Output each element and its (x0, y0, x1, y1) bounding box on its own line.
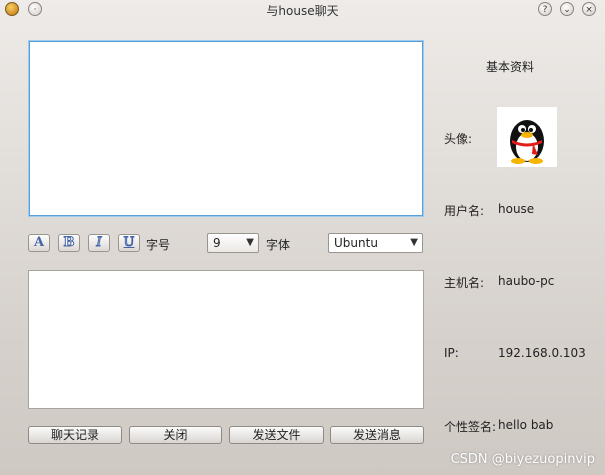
send-file-button[interactable]: 发送文件 (229, 426, 324, 444)
font-select[interactable]: Ubuntu ▼ (328, 233, 423, 253)
bold-button[interactable]: A (28, 234, 50, 252)
hostname-label: 主机名: (444, 276, 485, 290)
help-button[interactable]: ? (538, 2, 552, 16)
italic-icon: B (63, 235, 75, 251)
avatar (497, 107, 557, 167)
chevron-down-icon: ▼ (246, 237, 254, 248)
font-size-select[interactable]: 9 ▼ (207, 233, 259, 253)
profile-header: 基本资料 (486, 60, 535, 74)
color-icon: U (123, 235, 135, 251)
message-input[interactable] (28, 270, 424, 409)
underline-icon: I (96, 235, 102, 251)
signature-value: hello bab (498, 418, 554, 432)
chat-history-display[interactable] (29, 41, 423, 216)
color-button[interactable]: U (118, 234, 140, 252)
username-value: house (498, 202, 535, 216)
title-bar: · 与house聊天 ? ⌄ × (0, 0, 605, 20)
signature-label: 个性签名: (444, 420, 497, 434)
minimize-button[interactable]: ⌄ (560, 2, 574, 16)
avatar-label: 头像: (444, 132, 473, 146)
penguin-icon (510, 120, 544, 164)
font-value: Ubuntu (334, 236, 378, 250)
underline-button[interactable]: I (88, 234, 110, 252)
username-label: 用户名: (444, 204, 485, 218)
send-message-button[interactable]: 发送消息 (330, 426, 424, 444)
italic-button[interactable]: B (58, 234, 80, 252)
chevron-down-icon: ▼ (410, 237, 418, 248)
watermark: CSDN @biyezuopinvip (450, 452, 595, 467)
ip-value: 192.168.0.103 (498, 346, 586, 360)
font-size-value: 9 (213, 236, 221, 250)
close-window-button[interactable]: × (582, 2, 596, 16)
window-title: 与house聊天 (266, 4, 339, 18)
chat-history-button[interactable]: 聊天记录 (28, 426, 122, 444)
font-label: 字体 (266, 238, 291, 252)
font-size-label: 字号 (146, 238, 171, 252)
hostname-value: haubo-pc (498, 274, 555, 288)
bold-icon: A (33, 235, 45, 250)
close-button[interactable]: 关闭 (129, 426, 222, 444)
ip-label: IP: (444, 346, 459, 360)
